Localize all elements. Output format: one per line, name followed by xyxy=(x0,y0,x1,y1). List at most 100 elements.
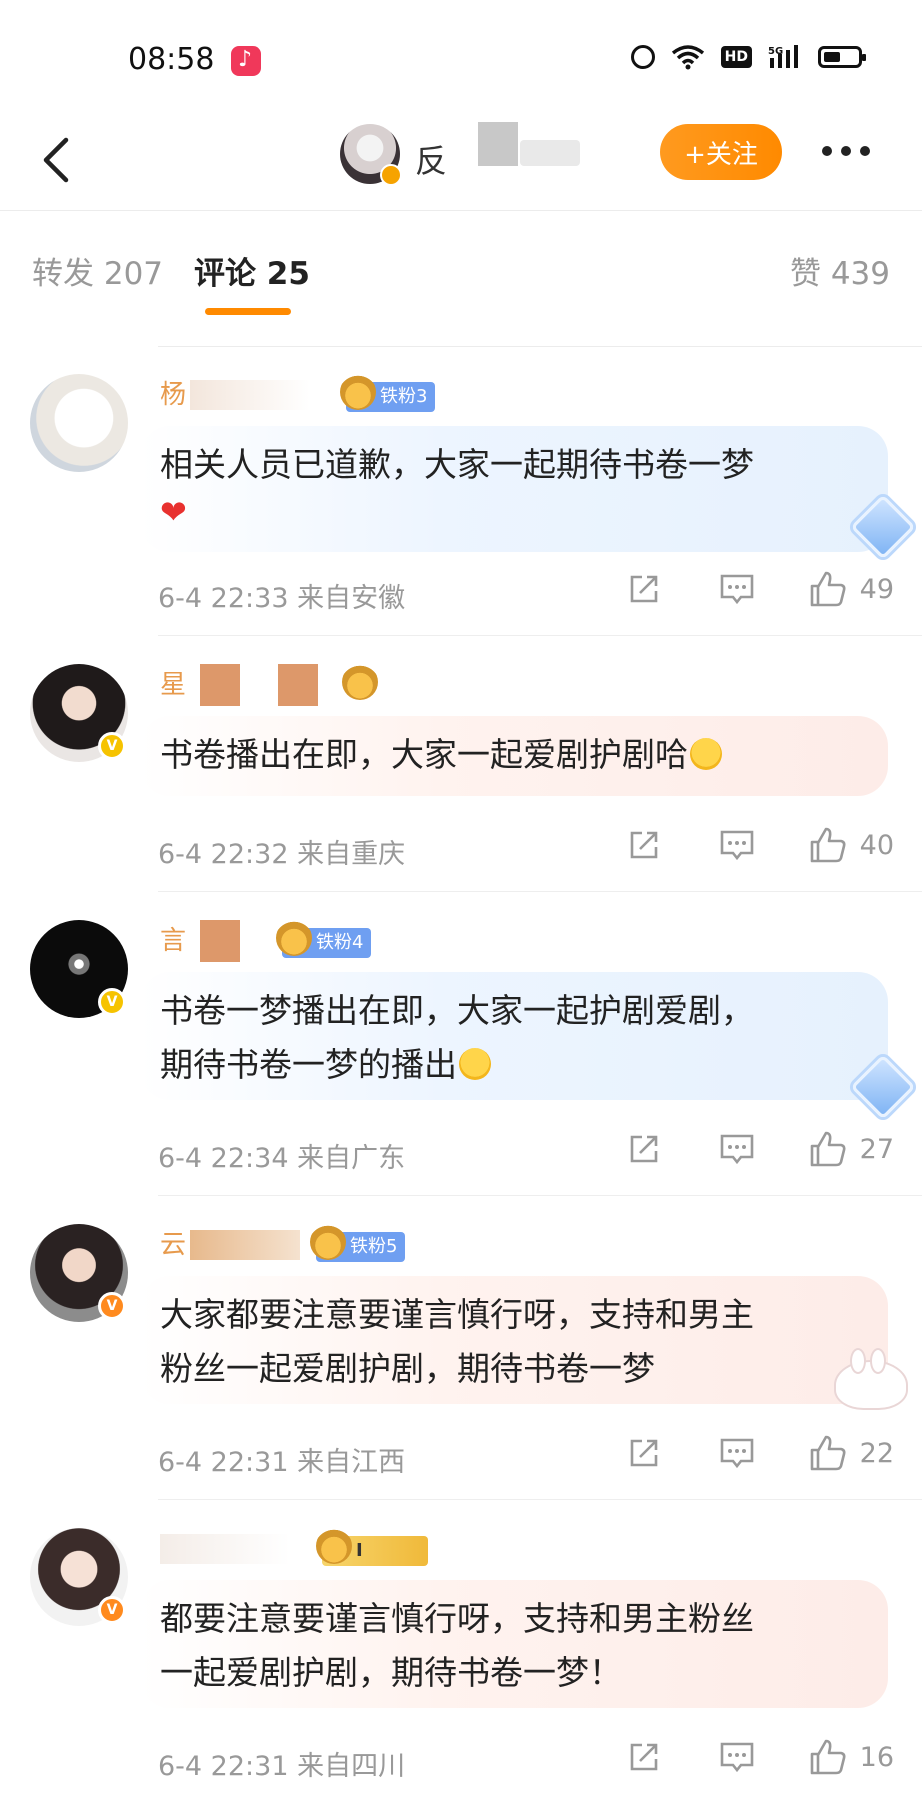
verified-badge-icon xyxy=(380,164,402,186)
like-count: 40 xyxy=(859,829,894,861)
like-button[interactable]: 40 xyxy=(808,826,894,864)
like-button[interactable]: 16 xyxy=(808,1738,894,1776)
commenter-name-fade xyxy=(190,380,310,410)
system-icons: HD 5G xyxy=(630,44,866,70)
commenter-name-fade xyxy=(190,1230,300,1260)
comment-actions: 16 xyxy=(626,1738,894,1776)
comment-item: V 言 铁粉4 书卷一梦播出在即，大家一起护剧爱剧， 期待书卷一梦的播出 6-4… xyxy=(0,892,922,1196)
comment-bubble: 书卷一梦播出在即，大家一起护剧爱剧， 期待书卷一梦的播出 xyxy=(140,972,888,1100)
commenter-name[interactable]: 杨 xyxy=(160,374,186,411)
smile-emoji-icon xyxy=(690,738,722,770)
comment-bubble: 书卷播出在即，大家一起爱剧护剧哈 xyxy=(140,716,888,796)
author-avatar[interactable] xyxy=(340,124,402,186)
share-icon[interactable] xyxy=(626,571,662,607)
comment-item: V 星 书卷播出在即，大家一起爱剧护剧哈 6-4 22:32 来自重庆 40 xyxy=(0,636,922,892)
verified-badge-icon: V xyxy=(98,1596,126,1624)
tab-likes[interactable]: 赞 439 xyxy=(790,248,890,293)
comment-actions: 22 xyxy=(626,1434,894,1472)
comment-text-line-2: 一起爱剧护剧，期待书卷一梦！ xyxy=(160,1653,622,1692)
comment-bubble: 都要注意要谨言慎行呀，支持和男主粉丝 一起爱剧护剧，期待书卷一梦！ xyxy=(140,1580,888,1708)
comment-actions: 27 xyxy=(626,1130,894,1168)
active-tab-indicator xyxy=(205,308,291,315)
hd-icon: HD xyxy=(720,46,752,68)
commenter-name[interactable]: 星 xyxy=(160,664,186,701)
reply-icon[interactable] xyxy=(718,1435,756,1471)
comment-text-line-2: 粉丝一起爱剧护剧，期待书卷一梦 xyxy=(160,1349,655,1388)
crown-icon xyxy=(276,920,312,956)
crown-icon xyxy=(316,1528,352,1564)
share-icon[interactable] xyxy=(626,1131,662,1167)
commenter-name-fade xyxy=(160,1534,290,1564)
commenter-name-mosaic xyxy=(200,920,240,962)
like-button[interactable]: 22 xyxy=(808,1434,894,1472)
like-button[interactable]: 49 xyxy=(808,570,894,608)
comment-item: V I 都要注意要谨言慎行呀，支持和男主粉丝 一起爱剧护剧，期待书卷一梦！ 6-… xyxy=(0,1500,922,1820)
like-count: 16 xyxy=(859,1741,894,1773)
follow-button[interactable]: +关注 xyxy=(660,124,782,180)
comment-item: V 云 铁粉5 大家都要注意要谨言慎行呀，支持和男主 粉丝一起爱剧护剧，期待书卷… xyxy=(0,1196,922,1500)
comment-bubble: 大家都要注意要谨言慎行呀，支持和男主 粉丝一起爱剧护剧，期待书卷一梦 xyxy=(140,1276,888,1404)
reply-icon[interactable] xyxy=(718,827,756,863)
reply-icon[interactable] xyxy=(718,1131,756,1167)
tab-reposts[interactable]: 转发 207 xyxy=(32,248,163,293)
like-count: 27 xyxy=(859,1133,894,1165)
red-heart-icon: ❤ xyxy=(160,493,187,531)
reply-icon[interactable] xyxy=(718,1739,756,1775)
share-icon[interactable] xyxy=(626,827,662,863)
author-name-mosaic xyxy=(478,122,518,166)
like-count: 49 xyxy=(859,573,894,605)
level-badge: I xyxy=(316,1528,428,1566)
share-icon[interactable] xyxy=(626,1739,662,1775)
verified-badge-icon: V xyxy=(98,988,126,1016)
comment-meta: 6-4 22:31 来自四川 xyxy=(158,1751,406,1782)
comment-meta: 6-4 22:33 来自安徽 xyxy=(158,583,406,614)
fan-badge: 铁粉5 xyxy=(310,1224,406,1262)
comment-text: 相关人员已道歉，大家一起期待书卷一梦 xyxy=(160,445,754,484)
fan-badge xyxy=(342,664,386,702)
comment-meta: 6-4 22:34 来自广东 xyxy=(158,1143,406,1174)
battery-icon xyxy=(818,46,866,68)
comment-meta: 6-4 22:31 来自江西 xyxy=(158,1447,406,1478)
status-time: 08:58 xyxy=(128,42,215,77)
comment-actions: 49 xyxy=(626,570,894,608)
bunny-decoration-icon xyxy=(834,1348,908,1410)
back-chevron-icon[interactable] xyxy=(36,132,76,188)
commenter-name[interactable]: 云 xyxy=(160,1224,186,1261)
commenter-avatar[interactable]: V xyxy=(30,920,128,1018)
commenter-avatar[interactable]: V xyxy=(30,1528,128,1626)
verified-badge-icon: V xyxy=(98,732,126,760)
status-bar: 08:58 HD 5G xyxy=(0,0,922,110)
commenter-name[interactable]: 言 xyxy=(160,920,186,957)
post-tabs: 转发 207 评论 25 赞 439 xyxy=(0,210,922,347)
verified-badge-icon: V xyxy=(98,1292,126,1320)
music-app-icon xyxy=(231,46,261,76)
reply-icon[interactable] xyxy=(718,571,756,607)
comment-meta: 6-4 22:32 来自重庆 xyxy=(158,839,406,870)
comment-actions: 40 xyxy=(626,826,894,864)
author-name[interactable]: 反 xyxy=(415,136,449,182)
crown-icon xyxy=(342,664,378,700)
more-options-icon[interactable] xyxy=(822,146,870,156)
like-count: 22 xyxy=(859,1437,894,1469)
commenter-avatar[interactable] xyxy=(30,374,128,472)
fan-badge: 铁粉3 xyxy=(340,374,436,412)
comment-text-line-1: 书卷一梦播出在即，大家一起护剧爱剧， xyxy=(160,991,754,1030)
like-button[interactable]: 27 xyxy=(808,1130,894,1168)
crown-icon xyxy=(340,374,376,410)
author-name-mosaic xyxy=(520,140,580,166)
crown-icon xyxy=(310,1224,346,1260)
wifi-icon xyxy=(671,44,705,70)
commenter-avatar[interactable]: V xyxy=(30,1224,128,1322)
share-icon[interactable] xyxy=(626,1435,662,1471)
comment-text-line-1: 大家都要注意要谨言慎行呀，支持和男主 xyxy=(160,1295,754,1334)
5g-signal-icon: 5G xyxy=(768,44,802,70)
comment-bubble: 相关人员已道歉，大家一起期待书卷一梦 ❤ xyxy=(140,426,888,552)
comment-text-line-2: 期待书卷一梦的播出 xyxy=(160,1038,868,1092)
tab-comments[interactable]: 评论 25 xyxy=(194,248,310,293)
comment-text: 书卷播出在即，大家一起爱剧护剧哈 xyxy=(160,728,868,782)
alarm-icon xyxy=(630,45,655,69)
comment-item: 杨 铁粉3 相关人员已道歉，大家一起期待书卷一梦 ❤ 6-4 22:33 来自安… xyxy=(0,346,922,636)
commenter-name-mosaic xyxy=(278,664,318,706)
commenter-avatar[interactable]: V xyxy=(30,664,128,762)
smile-emoji-icon xyxy=(459,1048,491,1080)
